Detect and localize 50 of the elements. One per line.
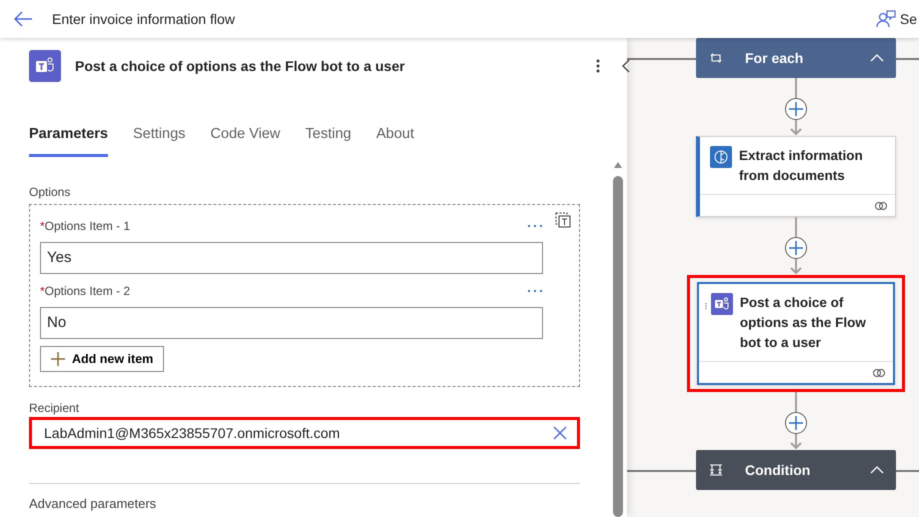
link-icon — [874, 200, 888, 210]
card-title: Post a choice of options as the Flow bot to a user — [740, 294, 867, 352]
clear-icon[interactable] — [553, 426, 567, 440]
connector-arrow — [790, 434, 802, 450]
action-card[interactable]: Extract information from documents — [696, 136, 896, 217]
card-title: Extract information from documents — [739, 147, 864, 185]
field-label: *Options Item - 1 — [40, 218, 130, 236]
add-item-button[interactable]: Add new item — [40, 346, 164, 372]
connector-arrow — [790, 259, 802, 275]
scope-header[interactable]: Condition — [696, 450, 896, 490]
header-button[interactable]: Se — [900, 8, 917, 30]
teams-icon — [710, 293, 733, 315]
add-step-button[interactable] — [785, 98, 807, 120]
more-icon[interactable] — [527, 289, 543, 294]
teams-icon — [29, 50, 61, 82]
option-input-field[interactable]: Yes — [40, 242, 543, 274]
action-card[interactable]: Post a choice of options as the Flow bot to a user — [697, 282, 895, 385]
collapse-chevron-icon[interactable] — [622, 59, 630, 73]
tab[interactable]: Code View — [210, 124, 280, 157]
text-mode-icon[interactable] — [555, 212, 571, 228]
plus-icon — [789, 241, 803, 255]
scroll-up-icon[interactable] — [614, 162, 622, 168]
tab[interactable]: Parameters — [29, 124, 108, 157]
tab[interactable]: Testing — [305, 124, 352, 157]
action-title: Post a choice of options as the Flow bot to a user — [75, 56, 405, 76]
more-icon[interactable] — [527, 224, 543, 228]
add-step-button[interactable] — [785, 412, 807, 434]
plus-icon — [51, 352, 65, 366]
chevron-icon[interactable] — [870, 54, 884, 62]
branch-icon — [708, 462, 724, 478]
field-label: Options — [29, 184, 72, 201]
scrollbar-thumb[interactable] — [613, 176, 623, 517]
advanced-parameters-label[interactable]: Advanced parameters — [29, 496, 600, 512]
field-label: Recipient — [29, 400, 80, 418]
field-label: *Options Item - 2 — [40, 283, 130, 300]
plus-icon — [789, 416, 803, 430]
connector-arrow — [790, 120, 802, 136]
recipient-field[interactable]: LabAdmin1@M365x23855707.onmicrosoft.com — [29, 417, 580, 450]
link-icon — [872, 368, 886, 378]
more-icon[interactable] — [596, 59, 600, 73]
tab[interactable]: Settings — [133, 124, 186, 157]
option-input-field[interactable]: No — [40, 307, 543, 340]
tab[interactable]: About — [376, 124, 414, 157]
chat-person-icon[interactable] — [876, 10, 896, 28]
plus-icon — [789, 102, 803, 116]
back-arrow-icon[interactable] — [14, 11, 32, 27]
scope-header[interactable]: For each — [696, 38, 896, 78]
flow-title: Enter invoice information flow — [52, 10, 235, 28]
add-step-button[interactable] — [785, 237, 807, 259]
chevron-icon[interactable] — [870, 466, 884, 474]
